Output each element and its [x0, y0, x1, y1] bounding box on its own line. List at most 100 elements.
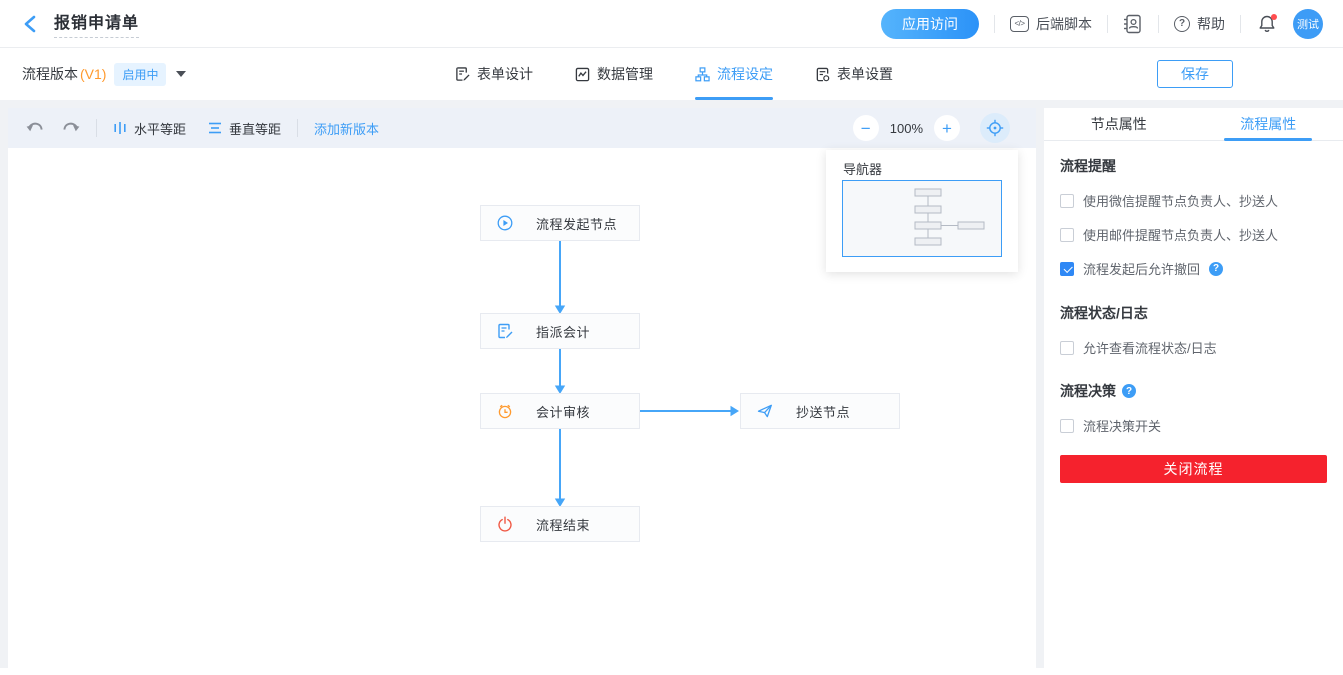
avatar[interactable]: 测试 [1293, 9, 1323, 39]
checkbox-label: 允许查看流程状态/日志 [1083, 338, 1217, 357]
app-access-button[interactable]: 应用访问 [881, 9, 979, 39]
node-label: 指派会计 [536, 322, 590, 341]
tab-form-design[interactable]: 表单设计 [455, 48, 533, 100]
section-title-status-log: 流程状态/日志 [1060, 303, 1327, 323]
tab-form-settings[interactable]: 表单设置 [815, 48, 893, 100]
vertical-spacing-icon [208, 121, 222, 135]
section-title-reminder: 流程提醒 [1060, 156, 1327, 176]
app-root: 报销申请单 应用访问 </> 后端脚本 [0, 0, 1343, 675]
toolbar-divider [96, 119, 97, 137]
minimap-graphic [843, 181, 1001, 256]
decision-switch-checkbox[interactable] [1060, 419, 1074, 433]
close-process-button[interactable]: 关闭流程 [1060, 455, 1327, 483]
tab-label: 流程设定 [717, 64, 773, 84]
vertical-spacing-label: 垂直等距 [229, 119, 281, 138]
alarm-clock-icon [497, 403, 513, 419]
node-label: 流程发起节点 [536, 214, 617, 233]
chevron-down-icon [176, 71, 186, 77]
vertical-spacing-button[interactable]: 垂直等距 [208, 119, 281, 138]
navigator-title: 导航器 [826, 150, 1018, 184]
redo-button[interactable] [62, 121, 80, 136]
flow-node-cc[interactable]: 抄送节点 [740, 393, 900, 429]
view-status-log-checkbox[interactable] [1060, 341, 1074, 355]
checkbox-row: 使用微信提醒节点负责人、抄送人 [1060, 191, 1327, 210]
section-title-decision: 流程决策 ? [1060, 381, 1327, 401]
version-selector[interactable]: 流程版本 (V1) 启用中 [22, 48, 186, 100]
node-label: 抄送节点 [796, 402, 850, 421]
play-icon [497, 215, 513, 231]
redo-icon [62, 121, 80, 136]
zoom-level: 100% [890, 121, 923, 136]
header-divider [1107, 15, 1108, 33]
toolbar-divider [297, 119, 298, 137]
checkbox-label: 使用微信提醒节点负责人、抄送人 [1083, 191, 1278, 210]
chevron-left-icon [23, 15, 37, 33]
zoom-out-button[interactable]: − [853, 115, 879, 141]
notification-dot [1271, 14, 1277, 20]
help-button[interactable]: ? 帮助 [1174, 14, 1225, 34]
flow-canvas-panel: 流程发起节点 指派会计 [8, 108, 1036, 668]
backend-script-button[interactable]: </> 后端脚本 [1010, 14, 1092, 34]
address-book-icon [1123, 14, 1143, 34]
navigator-minimap[interactable] [842, 180, 1002, 257]
design-tabs: 表单设计 数据管理 流程设定 [455, 48, 893, 100]
locate-button[interactable] [980, 113, 1010, 143]
version-label: 流程版本 [22, 64, 78, 84]
horizontal-spacing-label: 水平等距 [134, 119, 186, 138]
assign-doc-icon [497, 323, 513, 339]
checkbox-row: 允许查看流程状态/日志 [1060, 338, 1327, 357]
tab-label: 表单设计 [477, 64, 533, 84]
canvas-toolbar: 水平等距 垂直等距 添加新版本 − 100% + [8, 108, 1036, 148]
properties-tabs: 节点属性 流程属性 [1044, 108, 1343, 141]
status-badge: 启用中 [114, 63, 166, 86]
checkbox-label: 流程决策开关 [1083, 416, 1161, 435]
email-reminder-checkbox[interactable] [1060, 228, 1074, 242]
allow-withdraw-checkbox[interactable] [1060, 262, 1074, 276]
question-circle-icon: ? [1174, 16, 1190, 32]
process-setting-icon [695, 67, 710, 82]
node-label: 流程结束 [536, 515, 590, 534]
properties-panel: 节点属性 流程属性 流程提醒 使用微信提醒节点负责人、抄送人 使用邮件提醒节点负… [1044, 108, 1343, 668]
flow-canvas[interactable]: 流程发起节点 指派会计 [8, 108, 1036, 668]
subheader: 流程版本 (V1) 启用中 表单设计 数 [0, 48, 1343, 100]
flow-node-end[interactable]: 流程结束 [480, 506, 640, 542]
header-divider [994, 15, 995, 33]
flow-node-accountant-review[interactable]: 会计审核 [480, 393, 640, 429]
contacts-button[interactable] [1123, 14, 1143, 34]
header-divider [1240, 15, 1241, 33]
tab-data-management[interactable]: 数据管理 [575, 48, 653, 100]
add-new-version-button[interactable]: 添加新版本 [314, 119, 379, 138]
header-divider [1158, 15, 1159, 33]
version-tag: (V1) [80, 66, 106, 82]
notification-button[interactable] [1256, 13, 1278, 35]
flow-node-assign-accountant[interactable]: 指派会计 [480, 313, 640, 349]
horizontal-spacing-icon [113, 121, 127, 135]
header-left: 报销申请单 [20, 9, 139, 38]
tab-node-properties[interactable]: 节点属性 [1044, 108, 1194, 140]
zoom-in-button[interactable]: + [934, 115, 960, 141]
help-icon[interactable]: ? [1209, 262, 1223, 276]
horizontal-spacing-button[interactable]: 水平等距 [113, 119, 186, 138]
form-settings-icon [815, 67, 830, 82]
code-icon: </> [1010, 16, 1029, 32]
data-management-icon [575, 67, 590, 82]
app-header: 报销申请单 应用访问 </> 后端脚本 [0, 0, 1343, 48]
decision-title-text: 流程决策 [1060, 381, 1116, 401]
save-button[interactable]: 保存 [1157, 60, 1233, 88]
checkbox-row: 流程发起后允许撤回 ? [1060, 259, 1327, 278]
tab-process-properties[interactable]: 流程属性 [1194, 108, 1343, 140]
back-button[interactable] [20, 14, 40, 34]
backend-script-label: 后端脚本 [1036, 14, 1092, 34]
undo-icon [26, 121, 44, 136]
tab-process-setting[interactable]: 流程设定 [695, 48, 773, 100]
paper-plane-icon [757, 403, 773, 419]
help-icon[interactable]: ? [1122, 384, 1136, 398]
form-design-icon [455, 66, 470, 82]
power-icon [497, 516, 513, 532]
header-right: 应用访问 </> 后端脚本 ? 帮助 [881, 9, 1323, 39]
workspace: 流程发起节点 指派会计 [0, 100, 1343, 668]
checkbox-row: 流程决策开关 [1060, 416, 1327, 435]
flow-node-start[interactable]: 流程发起节点 [480, 205, 640, 241]
wechat-reminder-checkbox[interactable] [1060, 194, 1074, 208]
undo-button[interactable] [26, 121, 44, 136]
